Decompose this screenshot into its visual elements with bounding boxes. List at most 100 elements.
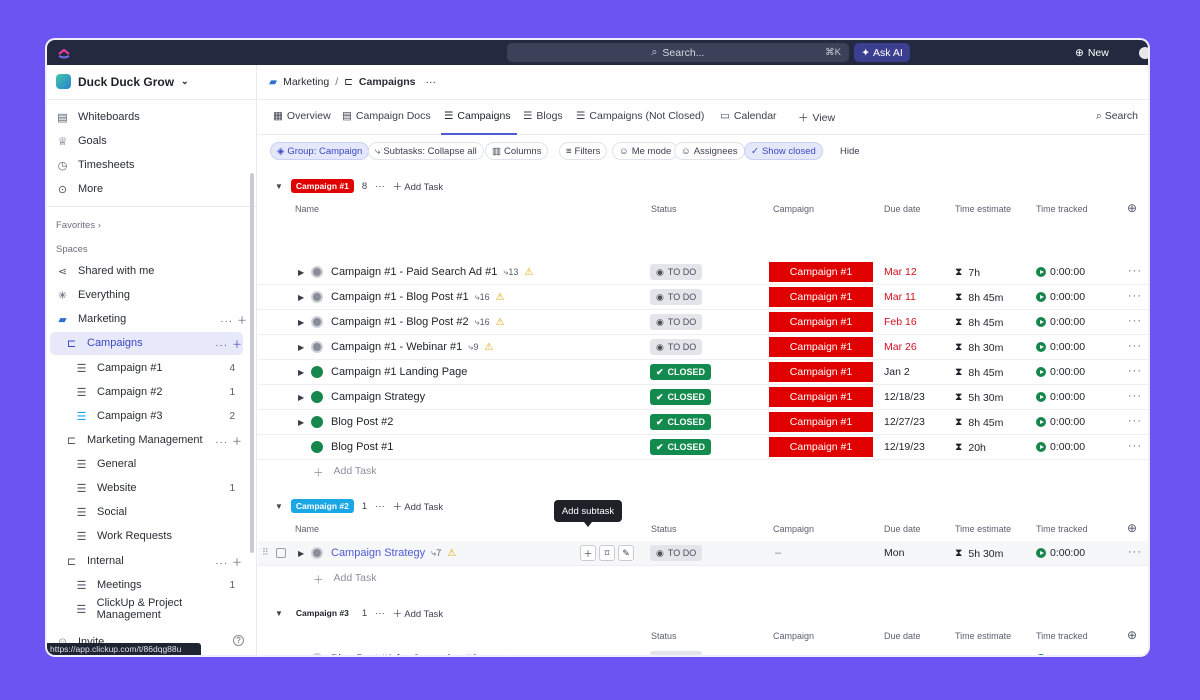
col-estimate[interactable]: Time estimate [955, 204, 1011, 214]
task-name[interactable]: Blog Post #2 [331, 416, 393, 428]
status-todo-icon[interactable] [311, 291, 323, 303]
play-icon[interactable] [1036, 342, 1046, 352]
columns-chip[interactable]: ▥ Columns [485, 142, 549, 160]
time-tracked[interactable]: 0:00:00 [1036, 291, 1085, 303]
folder-actions-icon[interactable]: ··· ＋ [215, 336, 243, 351]
edit-icon[interactable]: ✎ [618, 545, 634, 561]
row-more-icon[interactable]: ··· [1128, 415, 1142, 427]
campaign-tag[interactable]: Campaign #1 [769, 337, 873, 357]
caret-down-icon[interactable]: ▼ [275, 609, 283, 618]
show-closed-chip[interactable]: ✓ Show closed [744, 142, 823, 160]
sidebar-item-whiteboards[interactable]: ▤ Whiteboards [56, 106, 139, 128]
campaign-empty[interactable]: – [775, 547, 781, 559]
time-tracked[interactable]: 0:00:00 [1036, 547, 1085, 559]
add-task-inline[interactable]: ＋ Add Task [393, 606, 444, 620]
status-todo-icon[interactable] [311, 653, 323, 655]
drag-handle-icon[interactable]: ⠿ [262, 547, 269, 558]
due-date[interactable]: Feb 16 [884, 316, 917, 328]
avatar[interactable] [1139, 47, 1148, 59]
expand-caret-icon[interactable]: ▶ [298, 318, 304, 327]
more-icon[interactable]: ··· [375, 501, 385, 512]
space-actions-icon[interactable]: ··· ＋ [220, 312, 248, 327]
table-row[interactable]: ▶ Blog Post #2 ✔ CLOSED Campaign #1 12/27/23 ⧗… [258, 410, 1148, 435]
status-todo-icon[interactable] [311, 547, 323, 559]
col-tracked[interactable]: Time tracked [1036, 631, 1088, 641]
sidebar-item-timesheets[interactable]: ◷ Timesheets [56, 154, 135, 176]
group-pill[interactable]: Campaign #1 [290, 179, 354, 193]
col-tracked[interactable]: Time tracked [1036, 204, 1088, 214]
campaign-tag[interactable]: Campaign #1 [769, 437, 873, 457]
assignees-chip[interactable]: ☺ Assignees [674, 142, 745, 160]
add-subtask-button[interactable]: ＋ [580, 545, 596, 561]
sidebar-item-campaigns[interactable]: ⊏ Campaigns ··· ＋ [65, 332, 243, 354]
task-name[interactable]: Campaign #1 - Blog Post #1 ⤷16 ⚠ [331, 291, 505, 303]
global-search-bar[interactable]: ⌕ Search... ⌘K [507, 43, 849, 62]
sidebar-item-general[interactable]: ☰ General [75, 453, 235, 475]
tab-overview[interactable]: ▦ Overview [273, 110, 331, 122]
expand-caret-icon[interactable]: ▶ [298, 268, 304, 277]
time-tracked[interactable]: 0:00:00 [1036, 316, 1085, 328]
sidebar-item-meetings[interactable]: ☰ Meetings 1 [75, 574, 235, 596]
row-more-icon[interactable]: ··· [1128, 440, 1142, 452]
ask-ai-button[interactable]: ✦ Ask AI [854, 43, 910, 62]
play-icon[interactable] [1036, 442, 1046, 452]
tab-calendar[interactable]: ▭ Calendar [720, 110, 777, 122]
time-estimate[interactable]: ⧗ 8h 30m [955, 341, 1003, 354]
add-task-inline[interactable]: ＋ Add Task [393, 499, 444, 513]
more-icon[interactable]: ··· [426, 76, 437, 88]
time-estimate[interactable]: ⧗ 8h 45m [955, 316, 1003, 329]
table-row[interactable]: ▶ Campaign #1 - Webinar #1 ⤷9 ⚠ ◉ TO DO Campai… [258, 335, 1148, 360]
expand-caret-icon[interactable]: ▶ [298, 368, 304, 377]
add-column-icon[interactable]: ⊕ [1127, 201, 1137, 215]
folder-actions-icon[interactable]: ··· ＋ [215, 433, 243, 448]
time-estimate[interactable]: ⧗ 20h [955, 441, 986, 454]
table-row[interactable]: ▶ Campaign #1 Landing Page ✔ CLOSED Campaign… [258, 360, 1148, 385]
favorites-header[interactable]: Favorites › [56, 220, 101, 231]
col-due[interactable]: Due date [884, 524, 921, 534]
task-name[interactable]: Campaign #1 - Paid Search Ad #1 ⤷13 ⚠ [331, 266, 533, 278]
sidebar-item-social[interactable]: ☰ Social [75, 501, 235, 523]
status-badge[interactable]: ✔ CLOSED [650, 389, 712, 405]
subtask-count[interactable]: ⤷13 [503, 267, 518, 278]
tab-campaigns[interactable]: ☰ Campaigns [444, 110, 511, 122]
table-row[interactable]: ▶ Campaign #1 - Paid Search Ad #1 ⤷13 ⚠ ◉ TO … [258, 260, 1148, 285]
col-estimate[interactable]: Time estimate [955, 524, 1011, 534]
status-badge[interactable]: ✔ CLOSED [650, 414, 712, 430]
due-date[interactable]: Jan 2 [884, 366, 910, 378]
status-badge[interactable]: ✔ CLOSED [650, 364, 712, 380]
campaign-tag[interactable]: Campaign #1 [769, 387, 873, 407]
status-badge[interactable]: ◉TO DO [650, 339, 703, 355]
row-more-icon[interactable]: ··· [1128, 652, 1142, 655]
campaign-tag[interactable]: Campaign #1 [769, 412, 873, 432]
time-tracked[interactable]: 0:00:00 [1036, 416, 1085, 428]
play-icon[interactable] [1036, 417, 1046, 427]
status-badge[interactable]: ◉TO DO [650, 264, 703, 280]
sidebar-item-clickup-pm[interactable]: ☰ ClickUp & Project Management [75, 597, 245, 621]
add-task-row[interactable]: ＋ Add Task [313, 572, 377, 587]
more-icon[interactable]: ··· [375, 181, 385, 192]
sidebar-item-more[interactable]: ⊙ More [56, 178, 103, 200]
more-icon[interactable]: ··· [375, 608, 385, 619]
time-estimate[interactable]: ⧗ 5h 30m [955, 547, 1003, 560]
status-badge[interactable]: ◉TO DO [650, 314, 703, 330]
group-by-chip[interactable]: ◈ Group: Campaign [270, 142, 370, 160]
sidebar-item-work-requests[interactable]: ☰ Work Requests [75, 525, 235, 547]
play-icon[interactable] [1036, 267, 1046, 277]
add-view-button[interactable]: ＋ View [798, 110, 835, 125]
sidebar-item-campaign-3[interactable]: ☰ Campaign #3 2 [75, 405, 235, 427]
sidebar-item-marketing-management[interactable]: ⊏ Marketing Management ··· ＋ [65, 429, 243, 451]
time-estimate[interactable]: ⧗ 8h 45m [955, 366, 1003, 379]
expand-caret-icon[interactable]: ▶ [298, 418, 304, 427]
add-task-inline[interactable]: ＋ Add Task [393, 179, 444, 193]
caret-down-icon[interactable]: ▼ [275, 182, 283, 191]
play-icon[interactable] [1036, 292, 1046, 302]
task-name[interactable]: Campaign #1 Landing Page [331, 366, 467, 378]
sidebar-item-shared[interactable]: ⋖ Shared with me [56, 260, 155, 282]
expand-caret-icon[interactable]: ▶ [298, 343, 304, 352]
play-icon[interactable] [1036, 654, 1046, 655]
row-more-icon[interactable]: ··· [1128, 265, 1142, 277]
filters-chip[interactable]: ≡ Filters [559, 142, 608, 160]
clickup-logo-icon[interactable] [57, 45, 71, 59]
table-row[interactable]: ▶ Campaign #1 - Blog Post #1 ⤷16 ⚠ ◉ TO DO Cam… [258, 285, 1148, 310]
new-button[interactable]: ⊕ New [1075, 43, 1121, 62]
